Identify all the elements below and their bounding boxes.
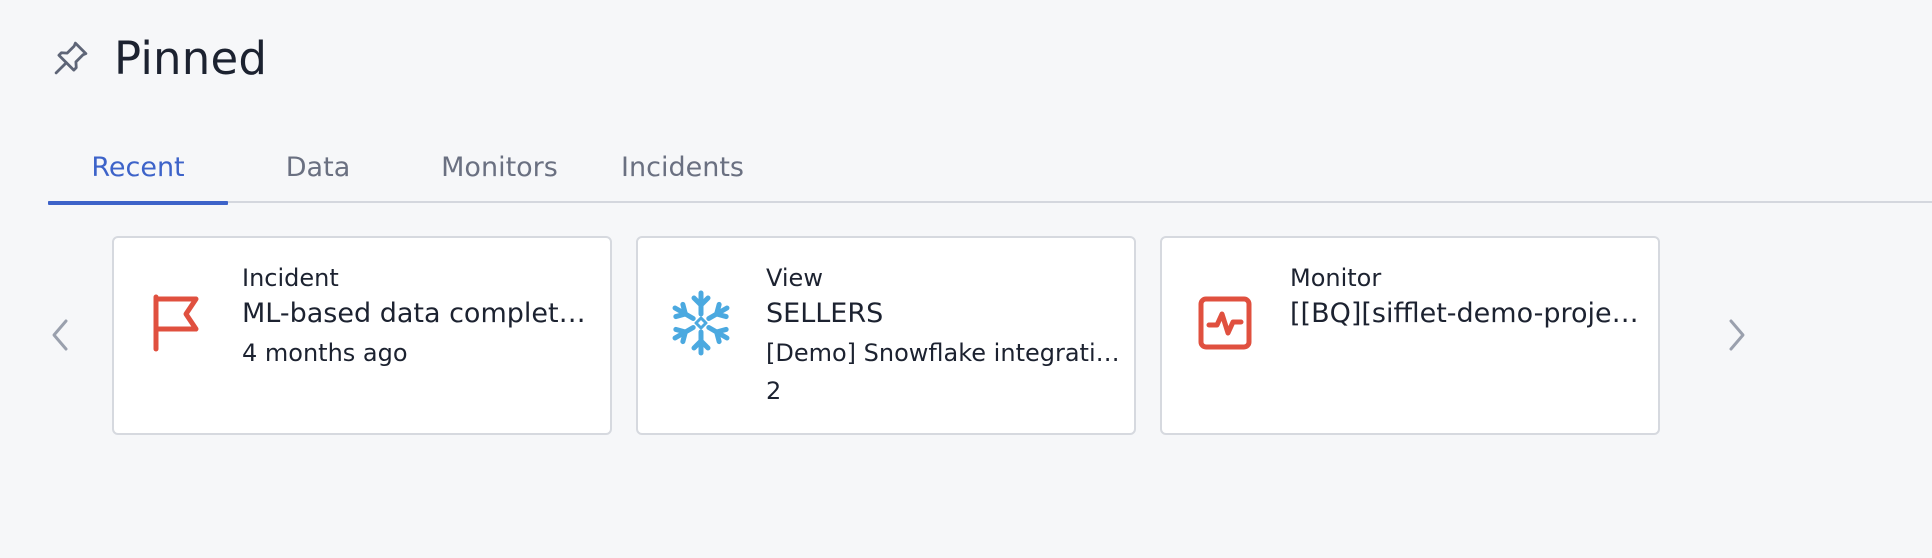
card-type-label: View [766, 264, 823, 292]
card-timestamp: 4 months ago [242, 339, 408, 367]
pinned-card-monitor[interactable]: Monitor [[BQ][sifflet-demo-project]] [1160, 236, 1660, 435]
page-header: Pinned [48, 28, 267, 88]
card-type-label: Monitor [1290, 264, 1382, 292]
card-count: 2 [766, 377, 782, 405]
pin-icon[interactable] [48, 35, 94, 81]
pinned-card-incident[interactable]: Incident ML-based data completeness 4 mo… [112, 236, 612, 435]
card-title: SELLERS [766, 298, 884, 329]
tab-incidents[interactable]: Incidents [591, 132, 774, 203]
tab-recent[interactable]: Recent [48, 132, 228, 205]
monitor-pulse-icon [1190, 288, 1260, 358]
carousel-next-button[interactable] [1717, 315, 1757, 359]
page-title: Pinned [114, 31, 268, 85]
chevron-left-icon [48, 317, 72, 357]
tab-monitors[interactable]: Monitors [408, 132, 591, 203]
card-source: [Demo] Snowflake integration [766, 339, 1120, 367]
card-title: [[BQ][sifflet-demo-project]] [1290, 298, 1644, 329]
snowflake-icon [666, 288, 736, 358]
carousel-prev-button[interactable] [40, 315, 80, 359]
pinned-card-view[interactable]: View SELLERS [Demo] Snowflake integratio… [636, 236, 1136, 435]
flag-icon [142, 288, 212, 358]
chevron-right-icon [1725, 317, 1749, 357]
tab-data[interactable]: Data [228, 132, 408, 203]
tab-bar: Recent Data Monitors Incidents [48, 132, 1932, 205]
card-type-label: Incident [242, 264, 339, 292]
card-title: ML-based data completeness [242, 298, 596, 329]
